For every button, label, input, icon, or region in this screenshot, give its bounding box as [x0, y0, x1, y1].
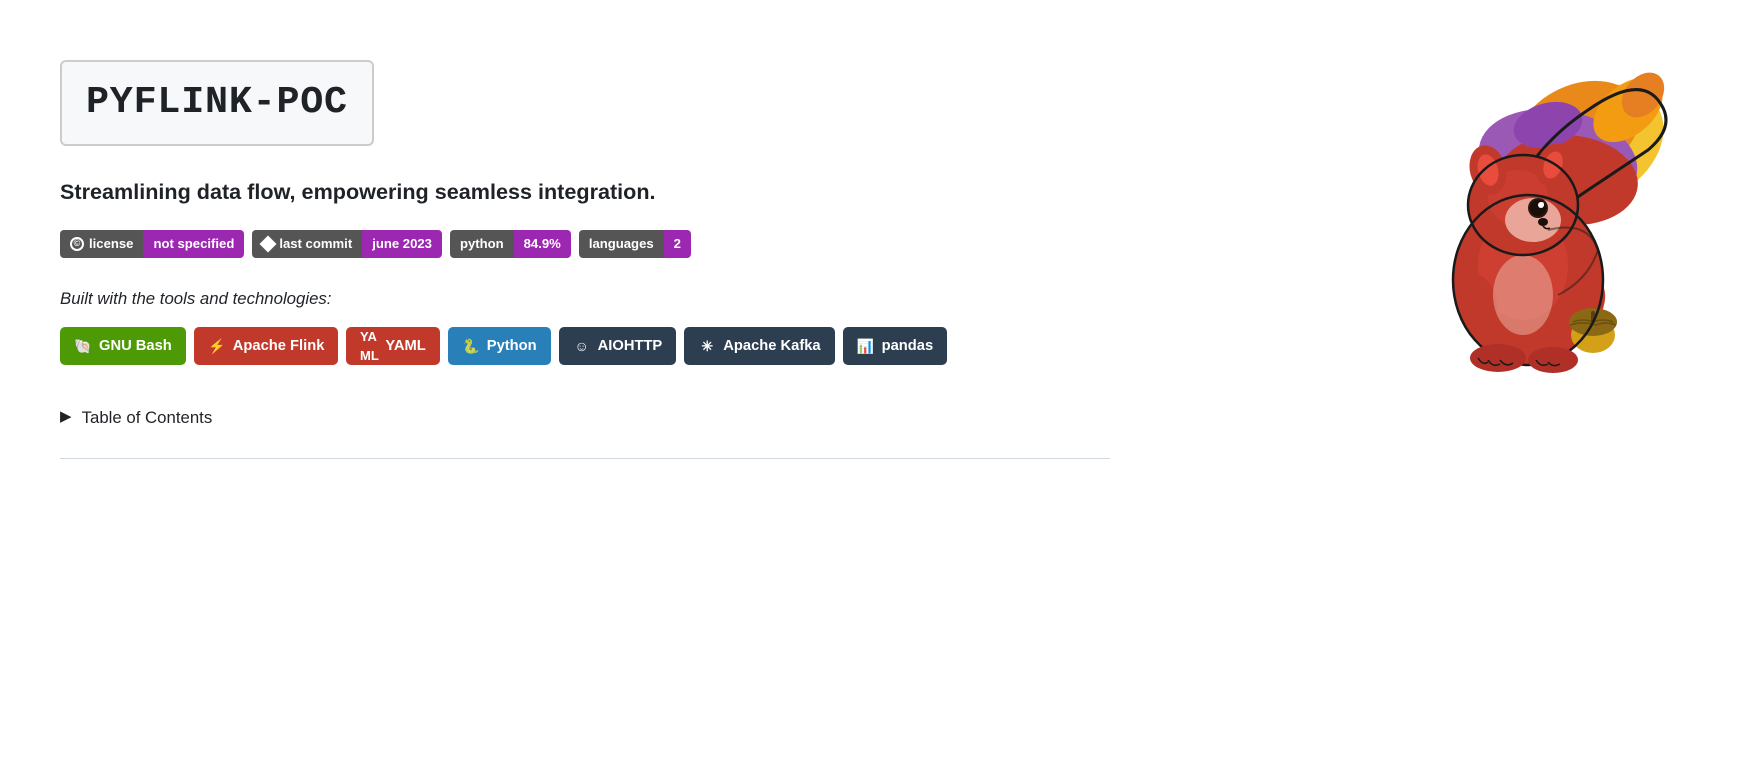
- license-badge-right: not specified: [143, 230, 244, 258]
- commit-badge-right: june 2023: [362, 230, 442, 258]
- python-badge-right: 84.9%: [514, 230, 571, 258]
- squirrel-illustration: [1348, 50, 1688, 390]
- apache-flink-icon: ⚡: [208, 337, 226, 355]
- tech-badge-aiohttp[interactable]: ☺ AIOHTTP: [559, 327, 677, 365]
- tech-badge-yaml[interactable]: YAML YAML: [346, 327, 439, 365]
- license-icon: ©: [70, 237, 84, 251]
- apache-flink-label: Apache Flink: [233, 335, 325, 357]
- python-label: Python: [487, 335, 537, 357]
- repo-title-box: PYFLINK-POC: [60, 60, 374, 146]
- license-badge-left: © license: [60, 230, 143, 258]
- tech-badge-apache-flink[interactable]: ⚡ Apache Flink: [194, 327, 339, 365]
- tools-label: Built with the tools and technologies:: [60, 286, 1110, 311]
- squirrel-container: [1338, 40, 1698, 390]
- commit-icon: [260, 236, 277, 253]
- languages-badge[interactable]: languages 2: [579, 230, 691, 258]
- tagline: Streamlining data flow, empowering seaml…: [60, 176, 1110, 208]
- toc-label: Table of Contents: [82, 405, 213, 430]
- tech-badge-apache-kafka[interactable]: ✳ Apache Kafka: [684, 327, 834, 365]
- badges-row: © license not specified last commit june…: [60, 230, 1110, 258]
- page-container: PYFLINK-POC Streamlining data flow, empo…: [0, 0, 1758, 760]
- languages-badge-left: languages: [579, 230, 664, 258]
- apache-kafka-label: Apache Kafka: [723, 335, 820, 357]
- pandas-label: pandas: [882, 335, 934, 357]
- aiohttp-icon: ☺: [573, 337, 591, 355]
- gnu-bash-label: GNU Bash: [99, 335, 172, 357]
- gnu-bash-icon: 🐚: [74, 337, 92, 355]
- pandas-icon: 📊: [857, 337, 875, 355]
- languages-badge-right: 2: [664, 230, 691, 258]
- yaml-label: YAML: [385, 335, 425, 357]
- tech-badge-python[interactable]: 🐍 Python: [448, 327, 551, 365]
- tech-badge-pandas[interactable]: 📊 pandas: [843, 327, 948, 365]
- apache-kafka-icon: ✳: [698, 337, 716, 355]
- license-badge[interactable]: © license not specified: [60, 230, 244, 258]
- toc-section: ▶ Table of Contents: [60, 405, 1110, 430]
- page-divider: [60, 458, 1110, 459]
- toc-toggle[interactable]: ▶ Table of Contents: [60, 405, 1110, 430]
- python-badge[interactable]: python 84.9%: [450, 230, 571, 258]
- tech-badges-row: 🐚 GNU Bash ⚡ Apache Flink YAML YAML 🐍 Py…: [60, 327, 1110, 365]
- python-badge-left: python: [450, 230, 514, 258]
- aiohttp-label: AIOHTTP: [598, 335, 663, 357]
- toc-triangle-icon: ▶: [60, 406, 72, 429]
- python-icon: 🐍: [462, 337, 480, 355]
- content-left: PYFLINK-POC Streamlining data flow, empo…: [60, 40, 1110, 459]
- tech-badge-gnu-bash[interactable]: 🐚 GNU Bash: [60, 327, 186, 365]
- last-commit-badge[interactable]: last commit june 2023: [252, 230, 442, 258]
- yaml-icon: YAML: [360, 337, 378, 355]
- commit-badge-left: last commit: [252, 230, 362, 258]
- repo-title: PYFLINK-POC: [86, 80, 348, 124]
